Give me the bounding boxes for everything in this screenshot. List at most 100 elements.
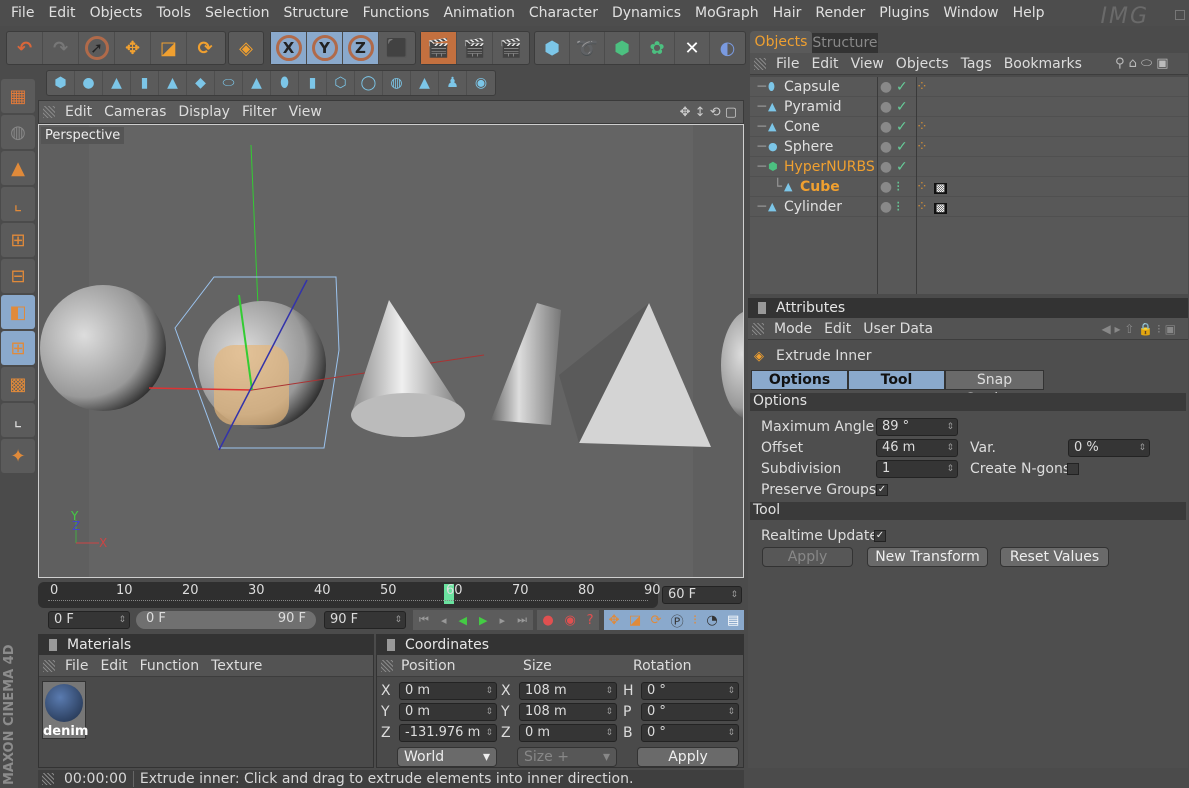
coordinate-system-icon[interactable]: ⬛ xyxy=(379,32,415,64)
key-sound-icon[interactable]: ◔ xyxy=(706,613,717,628)
offset-field[interactable]: 46 m xyxy=(876,439,958,457)
objects-menu-objects[interactable]: Objects xyxy=(890,56,955,72)
menu-file[interactable]: File xyxy=(4,5,41,21)
menu-functions[interactable]: Functions xyxy=(356,5,437,21)
viewport-menu-view[interactable]: View xyxy=(283,104,328,120)
menu-selection[interactable]: Selection xyxy=(198,5,277,21)
menu-structure[interactable]: Structure xyxy=(276,5,355,21)
torus-icon[interactable]: ◯ xyxy=(355,71,383,95)
enabled-check-icon[interactable]: ✓ xyxy=(896,159,916,175)
rotation-b-field[interactable]: 0 ° xyxy=(641,724,739,742)
spline-icon[interactable]: ➰ xyxy=(570,32,605,64)
coordinate-space-dropdown[interactable]: World ▾ xyxy=(397,747,497,767)
oil-tank-icon[interactable]: ▮ xyxy=(299,71,327,95)
start-frame-field[interactable]: 0 F xyxy=(48,611,130,629)
tab-snap-settings[interactable]: Snap Settings xyxy=(945,370,1044,407)
attributes-menu-mode[interactable]: Mode xyxy=(768,321,818,337)
previous-key-icon[interactable]: ◂ xyxy=(441,614,447,627)
platonic-icon[interactable]: ⬡ xyxy=(327,71,355,95)
visibility-dot-icon[interactable]: ● xyxy=(876,99,896,115)
preserve-groups-checkbox[interactable]: ✓ xyxy=(876,484,888,496)
rotate-icon[interactable]: ⟳ xyxy=(187,32,223,64)
position-y-field[interactable]: 0 m xyxy=(399,703,497,721)
nurbs-icon[interactable]: ⬢ xyxy=(605,32,640,64)
polygon-select-mode-icon[interactable]: ⊞ xyxy=(1,331,35,365)
points-mode-icon[interactable]: ⊞ xyxy=(1,223,35,257)
current-frame-field[interactable]: 60 F xyxy=(662,586,742,604)
object-row-capsule[interactable]: ─ ⬮ Capsule ● ✓ ⁘ xyxy=(750,77,1188,97)
render-view-icon[interactable]: 🎬 xyxy=(421,32,457,64)
menu-dynamics[interactable]: Dynamics xyxy=(605,5,688,21)
material-tag-icon[interactable]: ⁘ xyxy=(916,179,928,195)
enabled-check-icon[interactable]: ⁝ xyxy=(896,179,916,195)
size-x-field[interactable]: 108 m xyxy=(519,682,617,700)
position-z-field[interactable]: -131.976 m xyxy=(399,724,497,742)
attributes-menu-edit[interactable]: Edit xyxy=(818,321,857,337)
visibility-dot-icon[interactable]: ● xyxy=(876,79,896,95)
auto-key-icon[interactable]: ◉ xyxy=(565,613,576,628)
cube-object-icon[interactable]: ⬢ xyxy=(535,32,570,64)
y-axis-lock-button[interactable]: Y xyxy=(307,32,343,64)
visibility-dot-icon[interactable]: ● xyxy=(876,139,896,155)
array-icon[interactable]: ✿ xyxy=(640,32,675,64)
size-y-field[interactable]: 108 m xyxy=(519,703,617,721)
scene-object-icon[interactable]: ◐ xyxy=(710,32,745,64)
object-name[interactable]: Pyramid xyxy=(784,99,876,115)
menu-hair[interactable]: Hair xyxy=(766,5,809,21)
objects-menu-file[interactable]: File xyxy=(770,56,805,72)
rotation-p-field[interactable]: 0 ° xyxy=(641,703,739,721)
render-picture-viewer-icon[interactable]: 🎬 xyxy=(457,32,493,64)
texture-tag-icon[interactable]: ▩ xyxy=(933,182,948,194)
cube-icon[interactable]: ⬢ xyxy=(47,71,75,95)
tab-tool[interactable]: Tool xyxy=(848,370,945,390)
keyframe-selection-icon[interactable]: ? xyxy=(587,613,594,628)
cylinder-icon[interactable]: ▮ xyxy=(131,71,159,95)
figure-icon[interactable]: ♟ xyxy=(439,71,467,95)
materials-menu-edit[interactable]: Edit xyxy=(94,658,133,674)
viewport[interactable]: Perspective Y Z X xyxy=(38,124,744,578)
texture-tag-icon[interactable]: ▩ xyxy=(933,202,948,214)
enabled-check-icon[interactable]: ✓ xyxy=(896,139,916,155)
enabled-check-icon[interactable]: ✓ xyxy=(896,119,916,135)
subdivision-field[interactable]: 1 xyxy=(876,460,958,478)
tab-options[interactable]: Options xyxy=(751,370,848,390)
menu-render[interactable]: Render xyxy=(808,5,872,21)
undo-icon[interactable]: ↶ xyxy=(7,32,43,64)
objects-menu-edit[interactable]: Edit xyxy=(805,56,844,72)
plane-icon[interactable]: ◆ xyxy=(187,71,215,95)
size-mode-dropdown[interactable]: Size + ▾ xyxy=(517,747,617,767)
material-tag-icon[interactable]: ⁘ xyxy=(916,79,928,95)
menu-mograph[interactable]: MoGraph xyxy=(688,5,766,21)
pyramid-icon[interactable]: ▲ xyxy=(159,71,187,95)
max-angle-field[interactable]: 89 ° xyxy=(876,418,958,436)
extrude-inner-tool-icon[interactable]: ◈ xyxy=(229,32,263,64)
frame-range-slider[interactable]: 0 F 90 F xyxy=(136,611,316,629)
window-layout-icon[interactable] xyxy=(1175,10,1185,20)
position-x-field[interactable]: 0 m xyxy=(399,682,497,700)
landscape-icon[interactable]: ▲ xyxy=(411,71,439,95)
polygon-icon[interactable]: ▲ xyxy=(243,71,271,95)
object-row-cube[interactable]: └ ▲ Cube ● ⁝ ⁘ ▩ xyxy=(750,177,1188,197)
key-position-icon[interactable]: ✥ xyxy=(609,613,620,628)
object-row-cylinder[interactable]: ─ ▲ Cylinder ● ⁝ ⁘ ▩ xyxy=(750,197,1188,217)
live-selection-icon[interactable]: ➚ xyxy=(79,32,115,64)
menu-window[interactable]: Window xyxy=(936,5,1005,21)
object-row-cone[interactable]: ─ ▲ Cone ● ✓ ⁘ xyxy=(750,117,1188,137)
material-denim[interactable]: denim xyxy=(42,681,88,739)
object-row-hypernurbs[interactable]: ─ ⬢ HyperNURBS ● ✓ xyxy=(750,157,1188,177)
layout-icon[interactable]: ▦ xyxy=(1,79,35,113)
materials-menu-texture[interactable]: Texture xyxy=(205,658,268,674)
next-key-icon[interactable]: ▸ xyxy=(500,614,506,627)
objects-menu-view[interactable]: View xyxy=(845,56,890,72)
apply-button[interactable]: Apply xyxy=(762,547,853,567)
menu-character[interactable]: Character xyxy=(522,5,605,21)
go-to-start-icon[interactable]: ⏮ xyxy=(419,613,429,627)
objects-menu-bookmarks[interactable]: Bookmarks xyxy=(998,56,1088,72)
materials-menu-function[interactable]: Function xyxy=(134,658,206,674)
enabled-check-icon[interactable]: ✓ xyxy=(896,79,916,95)
viewport-menu-display[interactable]: Display xyxy=(172,104,236,120)
materials-menu-file[interactable]: File xyxy=(59,658,94,674)
object-name[interactable]: Cube xyxy=(800,179,876,195)
disc-icon[interactable]: ⬭ xyxy=(215,71,243,95)
visibility-dot-icon[interactable]: ● xyxy=(876,199,896,215)
